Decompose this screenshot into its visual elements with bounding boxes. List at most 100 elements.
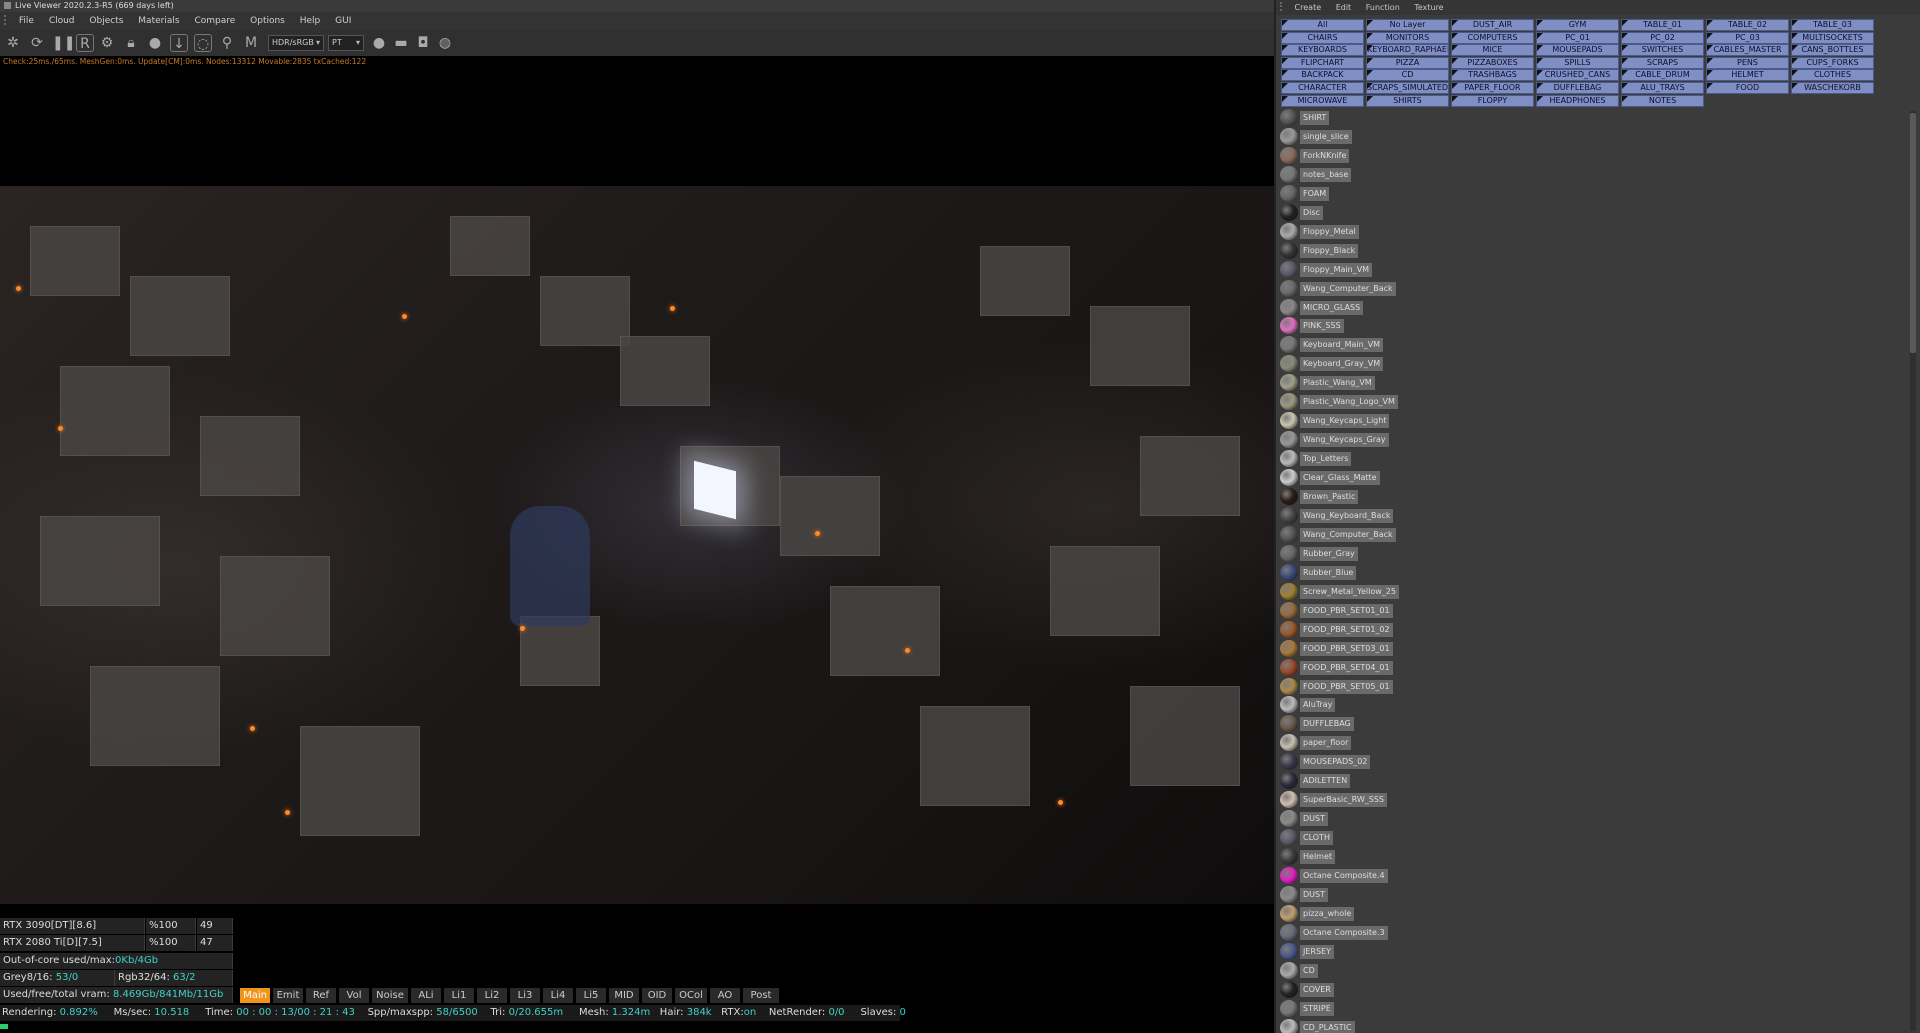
layer-button[interactable]: NOTES (1621, 94, 1704, 107)
layer-button[interactable]: PC_01 (1536, 31, 1619, 44)
film-icon[interactable]: ▬ (392, 34, 410, 52)
white-balance-icon[interactable]: ◌ (194, 34, 212, 52)
material-row[interactable]: Disc (1280, 203, 1900, 222)
material-row[interactable]: FOOD_PBR_SET01_02 (1280, 620, 1900, 639)
layer-button[interactable]: COMPUTERS (1451, 31, 1534, 44)
pass-tab-li3[interactable]: Li3 (510, 988, 540, 1003)
layer-button[interactable]: CHARACTER (1281, 82, 1364, 94)
layer-button[interactable]: CABLES_MASTER (1706, 44, 1789, 57)
material-row[interactable]: FOOD_PBR_SET04_01 (1280, 658, 1900, 677)
material-row[interactable]: Floppy_Black (1280, 241, 1900, 260)
pass-tab-vol[interactable]: Vol (339, 988, 369, 1003)
material-row[interactable]: Keyboard_Main_VM (1280, 336, 1900, 354)
material-name[interactable]: Octane Composite.3 (1300, 925, 1388, 940)
layer-button[interactable]: BACKPACK (1281, 69, 1364, 82)
layer-button[interactable]: KEYBOARD_RAPHAEL (1366, 44, 1449, 57)
material-row[interactable]: Octane Composite.4 (1280, 867, 1900, 885)
material-preview-icon[interactable] (1280, 885, 1298, 903)
material-row[interactable]: PINK_SSS (1280, 317, 1900, 335)
material-preview-icon[interactable] (1280, 298, 1298, 316)
material-preview-icon[interactable] (1280, 355, 1298, 373)
material-row[interactable]: SHIRT (1280, 109, 1900, 127)
material-name[interactable]: ForkNKnife (1300, 148, 1350, 163)
layer-button[interactable]: FLIPCHART (1281, 56, 1364, 69)
material-row[interactable]: CLOTH (1280, 829, 1900, 847)
layer-button[interactable]: PIZZABOXES (1451, 56, 1534, 69)
material-row[interactable]: Floppy_Metal (1280, 222, 1900, 241)
material-preview-icon[interactable] (1280, 184, 1298, 202)
layer-button[interactable]: All (1281, 19, 1364, 31)
material-name[interactable]: Rubber_Blue (1300, 565, 1357, 580)
layer-button[interactable]: MULTISOCKETS (1791, 31, 1874, 44)
camera-icon[interactable]: ◘ (414, 34, 432, 52)
pass-tab-emit[interactable]: Emit (273, 988, 303, 1003)
material-preview-icon[interactable] (1280, 620, 1298, 638)
material-name[interactable]: Clear_Glass_Matte (1300, 471, 1380, 486)
material-preview-icon[interactable] (1280, 923, 1298, 941)
layer-button[interactable]: WASCHEKORB (1791, 82, 1874, 94)
layer-button[interactable]: CD (1366, 69, 1449, 82)
material-name[interactable]: COVER (1300, 982, 1334, 997)
material-preview-icon[interactable] (1280, 469, 1298, 487)
layer-button[interactable]: PIZZA (1366, 56, 1449, 69)
material-name[interactable]: Wang_Keycaps_Light (1300, 414, 1390, 429)
send-scene-icon[interactable]: ✲ (4, 34, 22, 52)
material-row[interactable]: MOUSEPADS_02 (1280, 753, 1900, 771)
material-name[interactable]: pizza_whole (1300, 906, 1355, 921)
layer-button[interactable]: MOUSEPADS (1536, 44, 1619, 57)
pass-tab-ao[interactable]: AO (710, 988, 740, 1003)
material-preview-icon[interactable] (1280, 696, 1298, 714)
material-row[interactable]: CD (1280, 961, 1900, 980)
material-preview-icon[interactable] (1280, 393, 1298, 411)
layer-button[interactable]: TABLE_01 (1621, 19, 1704, 31)
menu-materials[interactable]: Materials (132, 12, 185, 30)
material-row[interactable]: single_slice (1280, 127, 1900, 146)
material-row[interactable]: SuperBasic_RW_SSS (1280, 791, 1900, 809)
menu-gui[interactable]: GUI (329, 12, 357, 30)
menu-create[interactable]: Create (1289, 0, 1328, 15)
menu-cloud[interactable]: Cloud (43, 12, 81, 30)
layer-button[interactable]: CUPS_FORKS (1791, 56, 1874, 69)
material-name[interactable]: Plastic_Wang_VM (1300, 376, 1375, 391)
material-row[interactable]: Rubber_Gray (1280, 544, 1900, 563)
material-name[interactable]: FOOD_PBR_SET01_01 (1300, 603, 1393, 618)
sphere-icon[interactable]: ● (146, 34, 164, 52)
material-name[interactable]: FOOD_PBR_SET05_01 (1300, 679, 1393, 694)
material-row[interactable]: Clear_Glass_Matte (1280, 469, 1900, 487)
pass-tab-li5[interactable]: Li5 (576, 988, 606, 1003)
material-name[interactable]: Plastic_Wang_Logo_VM (1300, 395, 1398, 410)
material-name[interactable]: Wang_Keycaps_Gray (1300, 433, 1389, 448)
material-row[interactable]: FOOD_PBR_SET05_01 (1280, 677, 1900, 696)
focus-picker-icon[interactable]: ↓ (170, 34, 188, 52)
material-name[interactable]: single_slice (1300, 129, 1352, 144)
material-row[interactable]: JERSEY (1280, 942, 1900, 961)
material-row[interactable]: Wang_Computer_Back (1280, 525, 1900, 544)
material-preview-icon[interactable] (1280, 810, 1298, 828)
layer-button[interactable]: TABLE_02 (1706, 19, 1789, 31)
menu-compare[interactable]: Compare (188, 12, 241, 30)
material-name[interactable]: Wang_Computer_Back (1300, 527, 1396, 542)
material-preview-icon[interactable] (1280, 109, 1298, 126)
menu-grip-icon[interactable] (1280, 2, 1286, 11)
material-name[interactable]: PINK_SSS (1300, 319, 1344, 334)
layer-button[interactable]: FOOD (1706, 82, 1789, 94)
material-name[interactable]: MOUSEPADS_02 (1300, 755, 1371, 770)
material-preview-icon[interactable] (1280, 127, 1298, 145)
lock-icon[interactable]: 🔒︎ (122, 34, 140, 52)
layer-button[interactable]: MONITORS (1366, 31, 1449, 44)
material-preview-icon[interactable] (1280, 980, 1298, 998)
material-preview-icon[interactable] (1280, 317, 1298, 335)
material-row[interactable]: Plastic_Wang_Logo_VM (1280, 393, 1900, 411)
material-preview-icon[interactable] (1280, 563, 1298, 581)
layer-button[interactable]: TRASHBAGS (1451, 69, 1534, 82)
material-name[interactable]: Floppy_Black (1300, 243, 1359, 258)
material-preview-icon[interactable] (1280, 165, 1298, 183)
material-name[interactable]: Floppy_Metal (1300, 224, 1359, 239)
pass-tab-oid[interactable]: OID (642, 988, 672, 1003)
layer-button[interactable]: PENS (1706, 56, 1789, 69)
material-preview-icon[interactable] (1280, 146, 1298, 164)
menu-texture[interactable]: Texture (1408, 0, 1449, 15)
material-name[interactable]: Floppy_Main_VM (1300, 262, 1373, 277)
material-preview-icon[interactable] (1280, 753, 1298, 771)
layer-button[interactable]: DUST_AIR (1451, 19, 1534, 31)
